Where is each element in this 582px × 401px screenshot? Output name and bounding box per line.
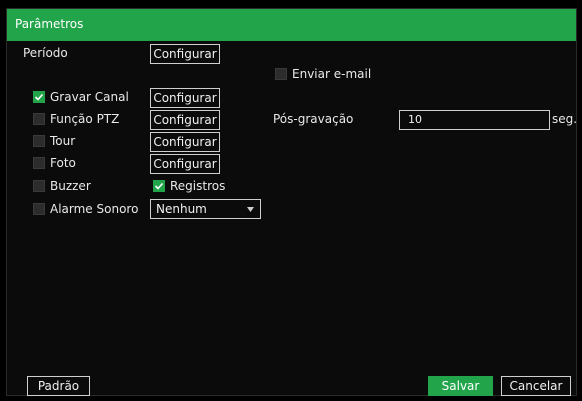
buzzer-checkbox[interactable]: Buzzer xyxy=(33,178,91,194)
checkbox-box xyxy=(33,157,45,169)
registros-checkbox[interactable]: Registros xyxy=(153,178,225,194)
gravar-canal-checkbox[interactable]: Gravar Canal xyxy=(33,89,129,105)
gravar-canal-configure-button[interactable]: Configurar xyxy=(150,88,220,108)
checkbox-check-icon xyxy=(33,91,45,103)
periodo-configure-button[interactable]: Configurar xyxy=(150,44,220,64)
checkbox-box xyxy=(33,203,45,215)
checkbox-box xyxy=(33,135,45,147)
foto-label: Foto xyxy=(50,156,76,170)
pos-gravacao-label: Pós-gravação xyxy=(273,112,354,126)
save-button[interactable]: Salvar xyxy=(428,376,493,396)
foto-configure-button[interactable]: Configurar xyxy=(150,154,220,174)
funcao-ptz-label: Função PTZ xyxy=(50,112,120,126)
enviar-email-label: Enviar e-mail xyxy=(292,67,372,81)
checkbox-box xyxy=(33,113,45,125)
checkbox-box xyxy=(33,180,45,192)
tour-configure-button[interactable]: Configurar xyxy=(150,132,220,152)
cancel-button[interactable]: Cancelar xyxy=(501,376,571,396)
funcao-ptz-configure-button[interactable]: Configurar xyxy=(150,110,220,130)
periodo-label: Período xyxy=(23,46,68,60)
pos-gravacao-unit: seg. xyxy=(552,112,578,126)
chevron-down-icon xyxy=(247,207,254,212)
foto-checkbox[interactable]: Foto xyxy=(33,155,76,171)
tour-label: Tour xyxy=(50,134,76,148)
alarme-sonoro-select[interactable]: Nenhum xyxy=(150,199,261,219)
checkbox-box xyxy=(275,68,287,80)
alarme-sonoro-label: Alarme Sonoro xyxy=(50,202,139,216)
buzzer-label: Buzzer xyxy=(50,179,91,193)
tour-checkbox[interactable]: Tour xyxy=(33,133,75,149)
dialog-title: Parâmetros xyxy=(7,9,576,41)
checkbox-check-icon xyxy=(153,180,165,192)
gravar-canal-label: Gravar Canal xyxy=(50,90,129,104)
enviar-email-checkbox[interactable]: Enviar e-mail xyxy=(275,66,371,82)
parameters-dialog: Parâmetros Período Configurar Enviar e-m… xyxy=(6,8,577,396)
alarme-sonoro-checkbox[interactable]: Alarme Sonoro xyxy=(33,201,138,217)
pos-gravacao-input[interactable]: 10 xyxy=(399,110,550,130)
default-button[interactable]: Padrão xyxy=(27,376,90,396)
registros-label: Registros xyxy=(170,179,226,193)
funcao-ptz-checkbox[interactable]: Função PTZ xyxy=(33,111,119,127)
alarme-sonoro-select-value: Nenhum xyxy=(156,202,207,216)
